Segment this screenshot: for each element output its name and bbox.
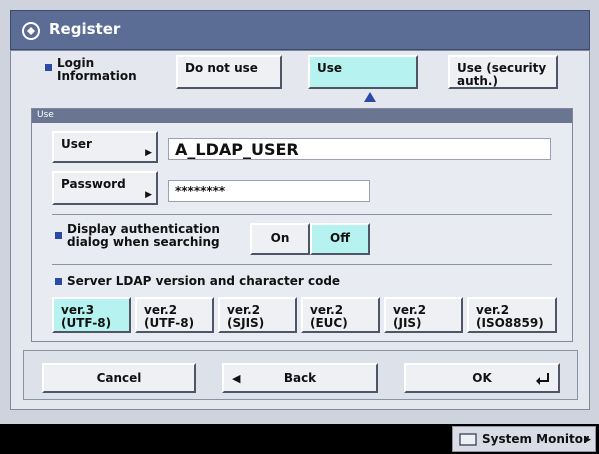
ok-button[interactable]: OK <box>404 363 560 393</box>
footer-bar: Cancel ◀ Back OK <box>23 350 578 400</box>
divider <box>52 214 552 215</box>
enter-icon <box>536 373 549 385</box>
register-icon <box>22 22 40 40</box>
ldap-ver2-jis-button[interactable]: ver.2 (JIS) <box>384 297 463 333</box>
auth-dialog-label: Display authentication dialog when searc… <box>67 222 220 249</box>
auth-on-button[interactable]: On <box>250 223 310 255</box>
user-button[interactable]: User ▶ <box>52 131 158 163</box>
user-field[interactable]: A_LDAP_USER <box>168 138 551 160</box>
back-arrow-icon: ◀ <box>232 372 241 385</box>
ldap-version-label: Server LDAP version and character code <box>67 274 341 288</box>
arrow-up-indicator-icon <box>364 92 376 102</box>
section-title: Use <box>37 110 54 120</box>
ldap-ver3-utf8-button[interactable]: ver.3 (UTF-8) <box>52 297 131 333</box>
do-not-use-button[interactable]: Do not use <box>176 55 282 89</box>
section-header: Use <box>32 109 572 123</box>
system-monitor-button[interactable]: System Monitor ▶ <box>452 426 596 452</box>
chevron-right-icon: ▶ <box>584 435 591 445</box>
bullet-icon <box>45 64 52 71</box>
bullet-icon <box>55 232 62 239</box>
use-section: Use User ▶ A_LDAP_USER Password ▶ ******… <box>31 108 573 342</box>
main-panel: Login Information Do not use Use Use (se… <box>10 50 590 410</box>
ldap-ver2-euc-button[interactable]: ver.2 (EUC) <box>301 297 380 333</box>
back-button[interactable]: ◀ Back <box>222 363 378 393</box>
use-security-auth-button[interactable]: Use (security auth.) <box>448 55 558 89</box>
ldap-ver2-sjis-button[interactable]: ver.2 (SJIS) <box>218 297 297 333</box>
bottom-strip <box>0 410 599 424</box>
divider <box>52 264 552 265</box>
login-label: Login Information <box>57 56 137 83</box>
system-monitor-label: System Monitor <box>482 432 589 446</box>
password-button[interactable]: Password ▶ <box>52 171 158 205</box>
ldap-ver2-iso8859-button[interactable]: ver.2 (ISO8859) <box>467 297 557 333</box>
bullet-icon <box>55 278 62 285</box>
ldap-ver2-utf8-button[interactable]: ver.2 (UTF-8) <box>135 297 214 333</box>
title-bar: Register <box>10 10 590 50</box>
window-title: Register <box>49 20 121 38</box>
submenu-arrow-icon: ▶ <box>145 148 152 158</box>
cancel-button[interactable]: Cancel <box>42 363 196 393</box>
submenu-arrow-icon: ▶ <box>145 190 152 200</box>
use-button[interactable]: Use <box>308 55 418 89</box>
auth-off-button[interactable]: Off <box>310 223 370 255</box>
password-field[interactable]: ******** <box>168 180 370 202</box>
monitor-icon <box>459 433 477 446</box>
